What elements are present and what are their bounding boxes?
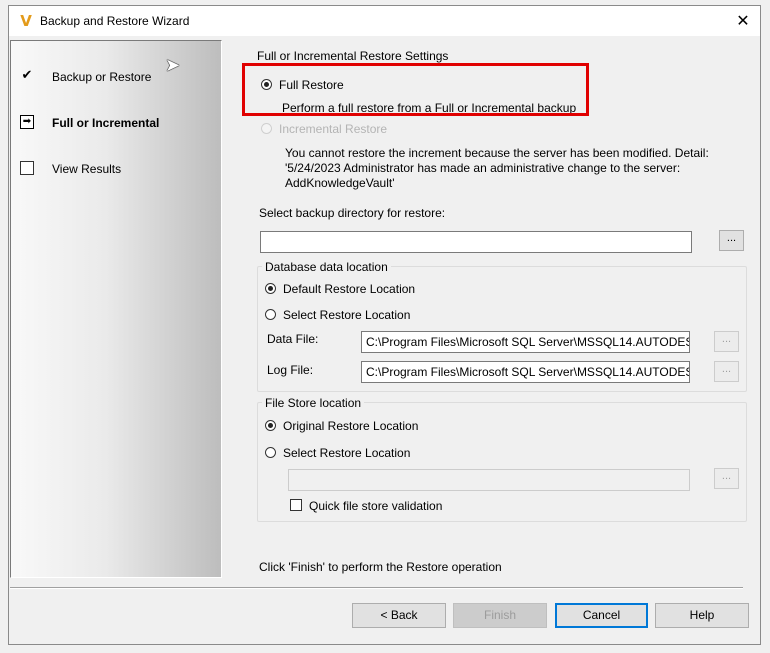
incremental-warning-line2: '5/24/2023 Administrator has made an adm… (285, 161, 681, 175)
full-restore-description: Perform a full restore from a Full or In… (282, 101, 577, 115)
original-restore-location-label[interactable]: Original Restore Location (283, 419, 418, 433)
log-file-input[interactable]: C:\Program Files\Microsoft SQL Server\MS… (361, 361, 690, 383)
vault-app-icon: V (20, 12, 32, 30)
data-file-input[interactable]: C:\Program Files\Microsoft SQL Server\MS… (361, 331, 690, 353)
data-file-label: Data File: (267, 332, 319, 346)
step-backup-or-restore: ✔ Backup or Restore (11, 68, 211, 88)
step-label: Full or Incremental (52, 116, 160, 130)
database-group-title: Database data location (262, 260, 391, 274)
back-button[interactable]: < Back (352, 603, 446, 628)
data-file-browse-button[interactable]: ... (714, 331, 739, 352)
default-restore-location-radio[interactable] (265, 283, 276, 294)
checkbox-empty-icon (20, 161, 34, 175)
close-icon[interactable]: ✕ (726, 6, 760, 36)
backup-dir-input[interactable] (260, 231, 692, 253)
settings-heading: Full or Incremental Restore Settings (257, 49, 449, 63)
arrow-right-icon: ➡ (20, 115, 34, 129)
log-file-label: Log File: (267, 363, 314, 377)
help-button[interactable]: Help (655, 603, 749, 628)
mouse-cursor-icon: ➤ (165, 55, 181, 76)
title-bar: V Backup and Restore Wizard ✕ (9, 6, 760, 36)
filestore-browse-button[interactable]: ... (714, 468, 739, 489)
log-file-browse-button[interactable]: ... (714, 361, 739, 382)
wizard-steps-sidebar: ✔ Backup or Restore ➡ Full or Incrementa… (10, 40, 222, 578)
step-label: View Results (52, 162, 122, 176)
incremental-restore-label: Incremental Restore (279, 122, 388, 136)
incremental-warning-line1: You cannot restore the increment because… (285, 146, 709, 160)
backup-dir-browse-button[interactable]: ... (719, 230, 744, 251)
select-filestore-restore-location-radio[interactable] (265, 447, 276, 458)
footer-separator (10, 587, 743, 589)
step-full-or-incremental: ➡ Full or Incremental (11, 114, 211, 134)
window-title: Backup and Restore Wizard (40, 14, 190, 28)
full-restore-radio[interactable] (261, 79, 272, 90)
incremental-restore-radio[interactable] (261, 123, 272, 134)
finish-hint-text: Click 'Finish' to perform the Restore op… (259, 560, 502, 574)
select-db-restore-location-radio[interactable] (265, 309, 276, 320)
incremental-warning-line3: AddKnowledgeVault' (285, 176, 395, 190)
select-filestore-restore-location-label[interactable]: Select Restore Location (283, 446, 410, 460)
file-store-group-title: File Store location (262, 396, 365, 410)
checkmark-icon: ✔ (21, 68, 33, 83)
step-label: Backup or Restore (52, 70, 152, 84)
backup-dir-label: Select backup directory for restore: (259, 206, 446, 220)
original-restore-location-radio[interactable] (265, 420, 276, 431)
cancel-button[interactable]: Cancel (555, 603, 648, 628)
quick-validation-checkbox[interactable] (290, 499, 302, 511)
select-db-restore-location-label[interactable]: Select Restore Location (283, 308, 410, 322)
step-view-results: View Results (11, 160, 211, 180)
default-restore-location-label[interactable]: Default Restore Location (283, 282, 415, 296)
finish-button[interactable]: Finish (453, 603, 547, 628)
quick-validation-label[interactable]: Quick file store validation (309, 499, 442, 513)
full-restore-label[interactable]: Full Restore (279, 78, 344, 92)
filestore-path-input[interactable] (288, 469, 690, 491)
